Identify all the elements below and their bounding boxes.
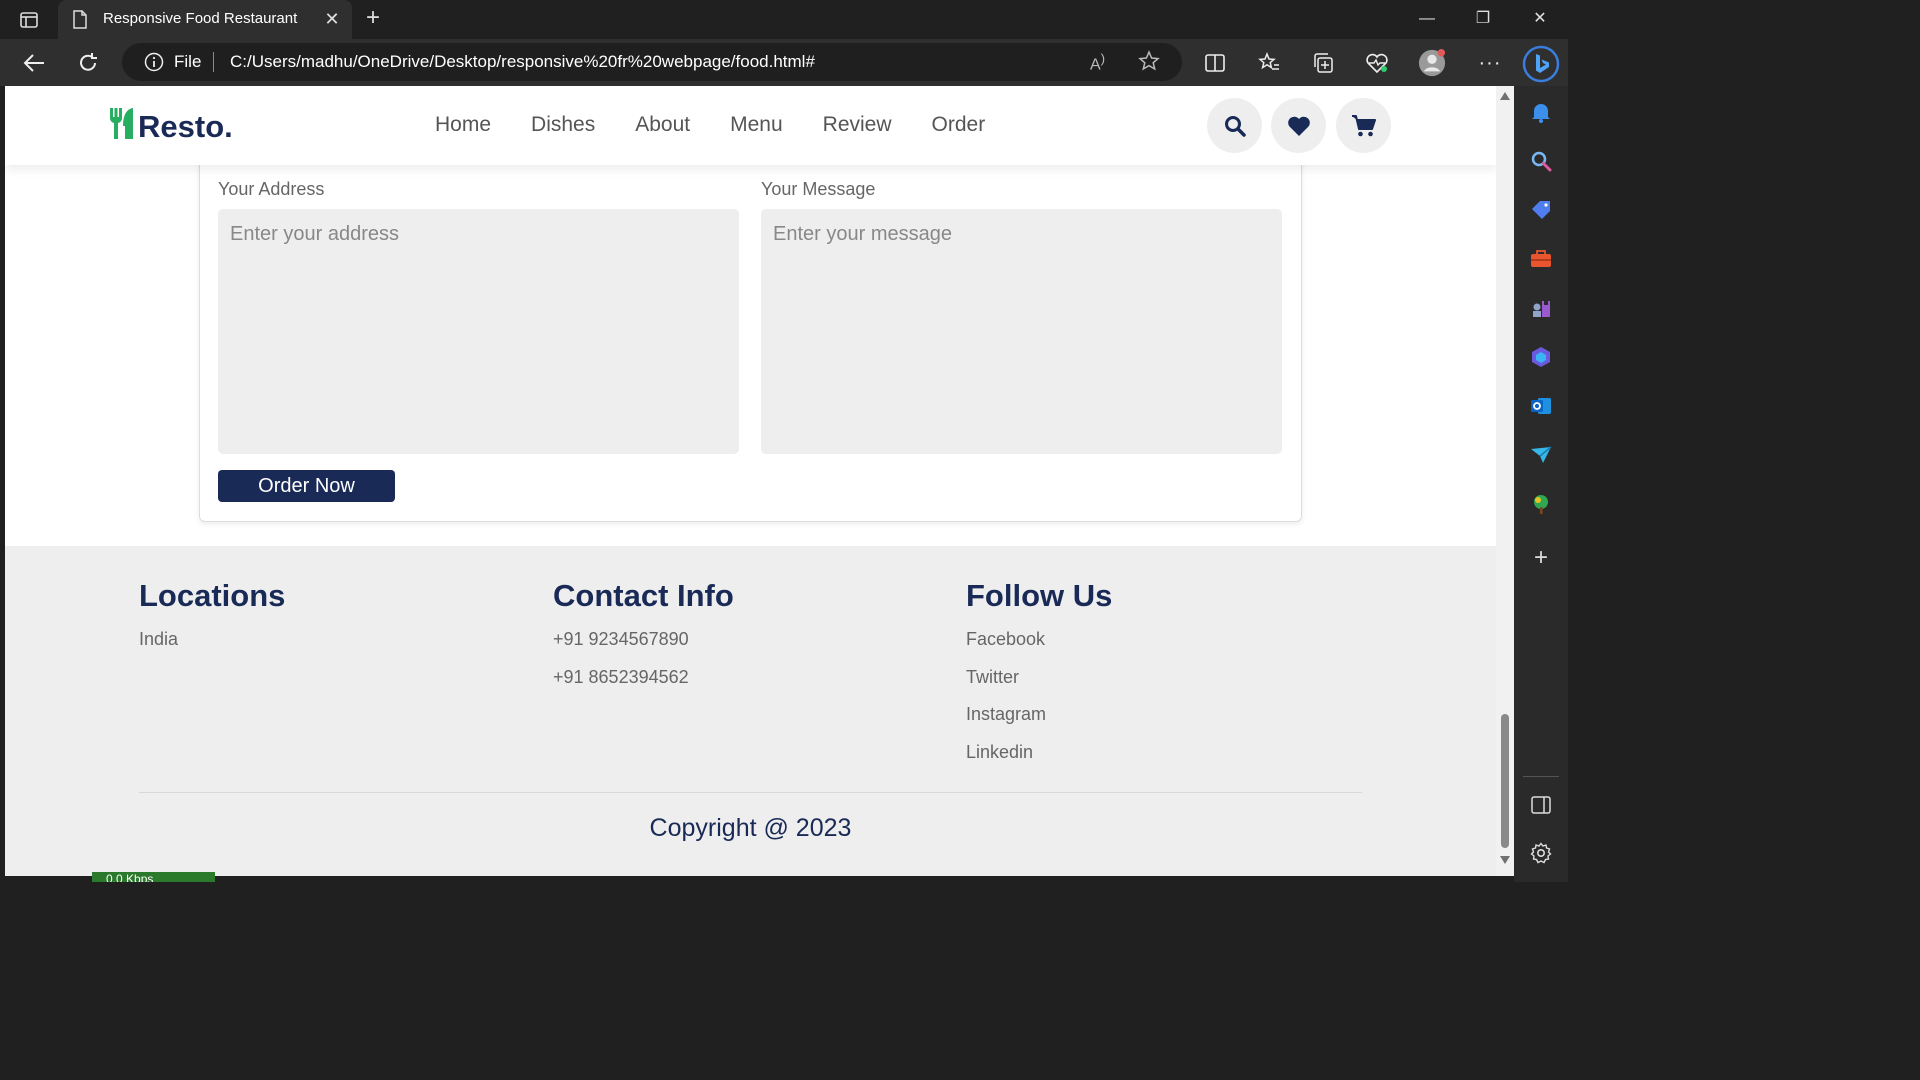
utensils-icon <box>108 106 136 148</box>
nav-dishes[interactable]: Dishes <box>531 113 595 137</box>
close-window-icon[interactable]: ✕ <box>1520 6 1560 32</box>
tab-actions-icon[interactable] <box>14 8 44 32</box>
browser-toolbar: File C:/Users/madhu/OneDrive/Desktop/res… <box>0 39 1568 86</box>
message-textarea[interactable] <box>761 209 1282 454</box>
bing-copilot-icon[interactable] <box>1522 45 1560 83</box>
favorite-star-icon[interactable] <box>1138 50 1160 77</box>
scrollbar-thumb[interactable] <box>1501 714 1509 848</box>
profile-avatar[interactable] <box>1418 49 1446 77</box>
site-logo[interactable]: Resto. <box>108 106 233 148</box>
browser-essentials-icon[interactable] <box>1363 49 1391 77</box>
send-drop-icon[interactable] <box>1528 442 1554 468</box>
scroll-up-icon[interactable] <box>1500 92 1510 100</box>
nav-home[interactable]: Home <box>435 113 491 137</box>
contact-title: Contact Info <box>553 578 734 613</box>
collections-icon[interactable] <box>1309 49 1337 77</box>
scroll-down-icon[interactable] <box>1500 856 1510 864</box>
sidebar-settings-gear-icon[interactable] <box>1528 840 1554 866</box>
minimize-icon[interactable]: — <box>1407 6 1447 32</box>
site-header: Resto. Home Dishes About Menu Review Ord… <box>5 86 1496 165</box>
browser-tab[interactable]: Responsive Food Restaurant ✕ <box>58 0 352 39</box>
hide-sidebar-icon[interactable] <box>1528 792 1554 818</box>
page-scrollbar[interactable] <box>1496 86 1514 876</box>
network-speed-widget: 0.0 Kbps <box>92 872 215 882</box>
heart-icon[interactable] <box>1271 98 1326 153</box>
copyright-text: Copyright @ 2023 <box>649 814 852 842</box>
footer-locations: Locations India <box>139 578 285 666</box>
split-screen-icon[interactable] <box>1201 49 1229 77</box>
contact-phone-1[interactable]: +91 9234567890 <box>553 628 734 666</box>
address-bar[interactable]: File C:/Users/madhu/OneDrive/Desktop/res… <box>122 43 1182 81</box>
tree-icon[interactable] <box>1528 491 1554 517</box>
footer-contact: Contact Info +91 9234567890 +91 86523945… <box>553 578 734 703</box>
notifications-bell-icon[interactable] <box>1528 99 1554 125</box>
url-text[interactable]: C:/Users/madhu/OneDrive/Desktop/responsi… <box>230 52 815 72</box>
back-icon[interactable] <box>20 49 48 77</box>
address-separator <box>213 52 214 72</box>
restore-icon[interactable]: ❐ <box>1463 6 1503 32</box>
tools-briefcase-icon[interactable] <box>1528 246 1554 272</box>
main-nav: Home Dishes About Menu Review Order <box>435 113 1025 137</box>
nav-menu[interactable]: Menu <box>730 113 783 137</box>
microsoft-365-icon[interactable] <box>1528 344 1554 370</box>
follow-title: Follow Us <box>966 578 1113 613</box>
search-icon[interactable] <box>1207 98 1262 153</box>
page-icon <box>72 10 88 34</box>
tab-title: Responsive Food Restaurant <box>103 10 298 27</box>
nav-about[interactable]: About <box>635 113 690 137</box>
add-sidebar-app-icon[interactable]: + <box>1528 545 1554 571</box>
address-scheme: File <box>174 52 202 71</box>
address-label: Your Address <box>218 179 325 199</box>
cart-icon[interactable] <box>1336 98 1391 153</box>
outlook-icon[interactable] <box>1528 393 1554 419</box>
refresh-icon[interactable] <box>74 49 102 77</box>
logo-text: Resto. <box>138 109 233 144</box>
location-item[interactable]: India <box>139 628 285 666</box>
shopping-tag-icon[interactable] <box>1528 197 1554 223</box>
follow-instagram[interactable]: Instagram <box>966 703 1112 741</box>
nav-review[interactable]: Review <box>823 113 892 137</box>
order-form: Your Address Your Message Order Now <box>199 126 1302 522</box>
follow-facebook[interactable]: Facebook <box>966 628 1112 666</box>
message-label: Your Message <box>761 179 876 199</box>
games-icon[interactable] <box>1528 295 1554 321</box>
address-textarea[interactable] <box>218 209 739 454</box>
browser-titlebar: Responsive Food Restaurant ✕ + — ❐ ✕ <box>0 0 1568 39</box>
sidebar-divider <box>1523 776 1559 777</box>
sidebar-search-icon[interactable] <box>1528 148 1554 174</box>
contact-phone-2[interactable]: +91 8652394562 <box>553 666 734 704</box>
footer-follow: Follow Us Facebook Twitter Instagram Lin… <box>966 578 1112 778</box>
read-aloud-icon[interactable]: A) <box>1090 51 1105 74</box>
follow-linkedin[interactable]: Linkedin <box>966 741 1112 779</box>
page-viewport: Resto. Home Dishes About Menu Review Ord… <box>5 86 1496 876</box>
close-tab-icon[interactable]: ✕ <box>322 9 342 30</box>
nav-order[interactable]: Order <box>932 113 986 137</box>
favorites-icon[interactable] <box>1255 49 1283 77</box>
footer-divider <box>139 792 1362 793</box>
more-options-icon[interactable]: ··· <box>1476 49 1504 77</box>
edge-sidebar: + <box>1514 86 1568 882</box>
info-icon[interactable] <box>144 52 164 77</box>
new-tab-button[interactable]: + <box>360 6 386 32</box>
locations-title: Locations <box>139 578 286 613</box>
site-footer: Locations India Contact Info +91 9234567… <box>5 546 1496 876</box>
follow-twitter[interactable]: Twitter <box>966 666 1112 704</box>
order-now-button[interactable]: Order Now <box>218 470 395 502</box>
